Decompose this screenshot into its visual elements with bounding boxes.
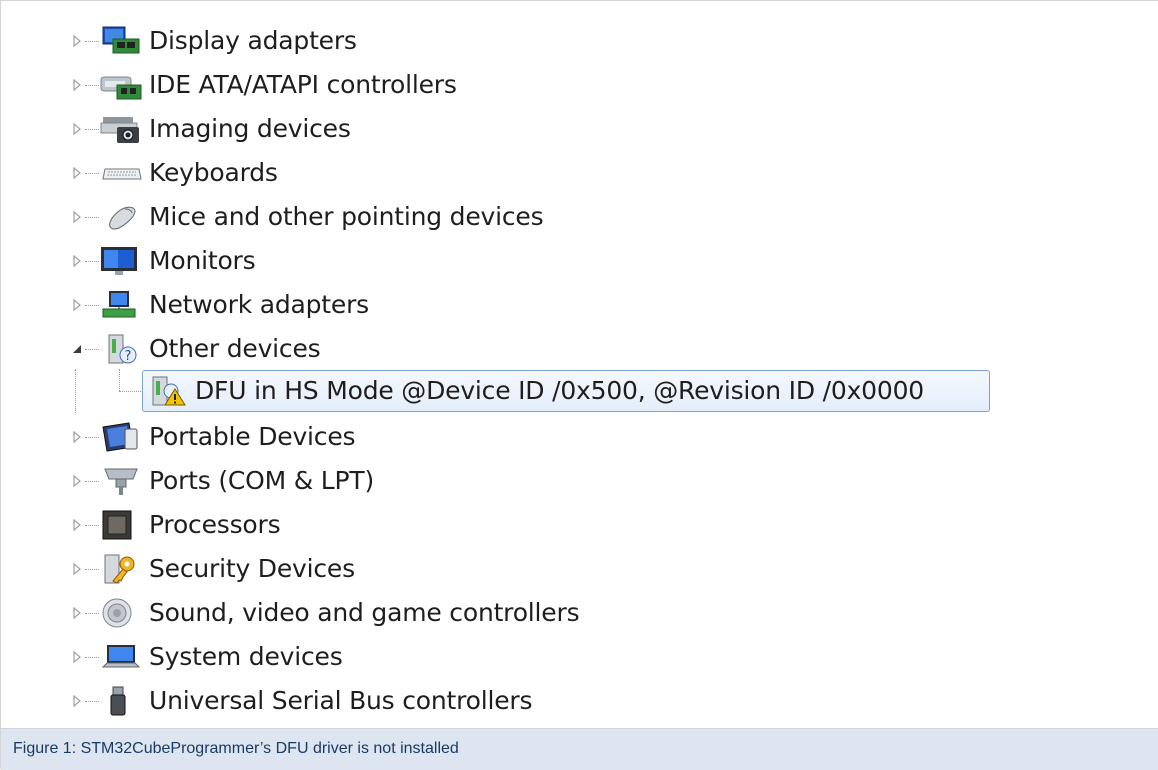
tree-connector	[85, 129, 99, 130]
tree-item-imaging-devices[interactable]: Imaging devices	[1, 109, 1101, 149]
unknown-device-icon: ?	[108, 334, 137, 364]
expand-arrow-icon[interactable]	[71, 607, 83, 619]
expand-arrow-icon[interactable]	[71, 475, 83, 487]
tree-connector	[85, 261, 99, 262]
tree-item-ide-controllers[interactable]: IDE ATA/ATAPI controllers	[1, 65, 1101, 105]
tree-item-security-devices[interactable]: Security Devices	[1, 549, 1101, 589]
expand-arrow-icon[interactable]	[71, 651, 83, 663]
warning-device-icon	[152, 376, 186, 406]
expand-arrow-icon[interactable]	[71, 211, 83, 223]
expand-arrow-icon[interactable]	[71, 695, 83, 707]
mouse-icon	[109, 206, 136, 230]
display-adapter-icon	[102, 26, 140, 54]
network-adapter-icon	[102, 291, 136, 318]
expand-arrow-icon[interactable]	[71, 255, 83, 267]
tree-item-monitors[interactable]: Monitors	[1, 241, 1101, 281]
figure-caption-bar: Figure 1: STM32CubeProgrammer’s DFU driv…	[1, 728, 1158, 770]
svg-text:?: ?	[125, 349, 132, 364]
tree-connector	[85, 613, 99, 614]
tree-item-label: Portable Devices	[149, 422, 356, 451]
ide-controller-icon	[100, 76, 142, 100]
tree-connector	[85, 481, 99, 482]
monitor-icon	[101, 247, 137, 275]
expand-arrow-icon[interactable]	[71, 563, 83, 575]
tree-item-label: IDE ATA/ATAPI controllers	[149, 70, 457, 99]
tree-connector	[85, 217, 99, 218]
tree-item-mice[interactable]: Mice and other pointing devices	[1, 197, 1101, 237]
tree-item-label: Monitors	[149, 246, 256, 275]
tree-item-usb-controllers[interactable]: Universal Serial Bus controllers	[1, 681, 1101, 721]
tree-item-label: Processors	[149, 510, 281, 539]
tree-item-sound-video-game[interactable]: Sound, video and game controllers	[1, 593, 1101, 633]
tree-item-label: Mice and other pointing devices	[149, 202, 544, 231]
tree-connector	[85, 349, 99, 350]
tree-item-label: Display adapters	[149, 26, 357, 55]
collapse-arrow-icon[interactable]	[71, 343, 83, 355]
expand-arrow-icon[interactable]	[71, 431, 83, 443]
expand-arrow-icon[interactable]	[71, 167, 83, 179]
tree-item-dfu-device[interactable]: DFU in HS Mode @Device ID /0x500, @Revis…	[1, 371, 1101, 411]
camera-icon	[100, 117, 139, 143]
system-device-icon	[101, 645, 141, 668]
security-key-icon	[104, 554, 135, 584]
tree-connector	[85, 305, 99, 306]
tree-item-label: Other devices	[149, 334, 321, 363]
tree-item-network-adapters[interactable]: Network adapters	[1, 285, 1101, 325]
device-tree: Display adapters IDE ATA/ATAPI controlle…	[1, 1, 1158, 728]
tree-connector	[85, 701, 99, 702]
tree-item-label: Network adapters	[149, 290, 369, 319]
tree-connector	[85, 41, 99, 42]
tree-item-label: DFU in HS Mode @Device ID /0x500, @Revis…	[195, 376, 924, 405]
portable-device-icon	[102, 422, 138, 452]
tree-connector	[85, 173, 99, 174]
tree-item-label: System devices	[149, 642, 343, 671]
tree-item-system-devices[interactable]: System devices	[1, 637, 1101, 677]
tree-item-processors[interactable]: Processors	[1, 505, 1101, 545]
tree-connector	[85, 525, 99, 526]
tree-item-keyboards[interactable]: Keyboards	[1, 153, 1101, 193]
device-manager-panel: Display adapters IDE ATA/ATAPI controlle…	[0, 0, 1158, 770]
tree-item-other-devices[interactable]: ? Other devices	[1, 329, 1101, 369]
expand-arrow-icon[interactable]	[71, 123, 83, 135]
speaker-icon	[102, 598, 132, 628]
processor-icon	[102, 510, 132, 540]
port-icon	[104, 468, 138, 495]
tree-item-label: Security Devices	[149, 554, 355, 583]
tree-connector	[85, 437, 99, 438]
tree-item-label: Ports (COM & LPT)	[149, 466, 375, 495]
tree-item-label: Keyboards	[149, 158, 278, 187]
tree-connector	[85, 85, 99, 86]
tree-item-label: Sound, video and game controllers	[149, 598, 580, 627]
tree-item-ports[interactable]: Ports (COM & LPT)	[1, 461, 1101, 501]
expand-arrow-icon[interactable]	[71, 519, 83, 531]
expand-arrow-icon[interactable]	[71, 79, 83, 91]
expand-arrow-icon[interactable]	[71, 299, 83, 311]
tree-item-label: Imaging devices	[149, 114, 351, 143]
expand-arrow-icon[interactable]	[71, 35, 83, 47]
tree-connector	[85, 569, 99, 570]
usb-icon	[110, 686, 126, 716]
tree-item-label: Universal Serial Bus controllers	[149, 686, 533, 715]
figure-caption: Figure 1: STM32CubeProgrammer’s DFU driv…	[13, 740, 459, 757]
tree-item-portable-devices[interactable]: Portable Devices	[1, 417, 1101, 457]
tree-item-display-adapters[interactable]: Display adapters	[1, 21, 1101, 61]
tree-connector	[85, 657, 99, 658]
keyboard-icon	[102, 168, 142, 180]
